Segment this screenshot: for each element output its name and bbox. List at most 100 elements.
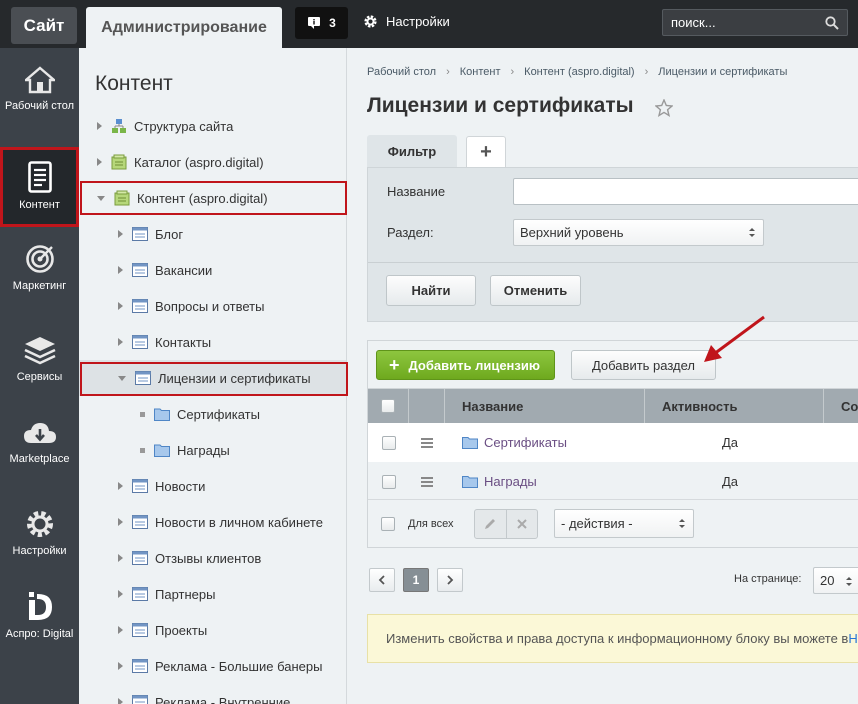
expand-arrow-icon[interactable] bbox=[118, 662, 123, 670]
table-row[interactable]: Сертификаты Да bbox=[368, 423, 858, 462]
bullet-icon bbox=[140, 447, 145, 453]
per-page-select[interactable]: 20 bbox=[813, 567, 858, 594]
column-active[interactable]: Активность bbox=[645, 389, 824, 423]
row-name: Награды bbox=[484, 474, 537, 489]
iblock-icon bbox=[132, 227, 148, 241]
expand-arrow-icon[interactable] bbox=[118, 302, 123, 310]
expand-arrow-icon[interactable] bbox=[118, 230, 123, 238]
expand-arrow-icon[interactable] bbox=[118, 590, 123, 598]
row-checkbox[interactable] bbox=[381, 474, 396, 489]
tree-item-label: Каталог (aspro.digital) bbox=[134, 154, 264, 170]
section-select-value: Верхний уровень bbox=[520, 225, 624, 240]
expand-arrow-icon[interactable] bbox=[97, 158, 102, 166]
nav-item-marketplace[interactable]: Marketplace bbox=[0, 421, 79, 465]
nav-item-aspro-digital[interactable]: Аспро: Digital bbox=[0, 590, 79, 640]
filter-tab[interactable]: Фильтр bbox=[367, 135, 457, 167]
menu-icon[interactable] bbox=[421, 437, 433, 448]
target-icon bbox=[25, 245, 54, 273]
expand-arrow-icon[interactable] bbox=[118, 626, 123, 634]
nav-item-content[interactable]: Контент bbox=[0, 147, 79, 227]
expand-arrow-icon[interactable] bbox=[118, 518, 123, 526]
for-all-checkbox[interactable] bbox=[381, 517, 395, 531]
tree-item[interactable]: Реклама - Внутренние bbox=[79, 684, 346, 704]
close-icon bbox=[517, 519, 527, 529]
current-page[interactable]: 1 bbox=[403, 568, 429, 592]
tree-item[interactable]: Награды bbox=[79, 432, 346, 468]
tree-item[interactable]: Блог bbox=[79, 216, 346, 252]
breadcrumb-item[interactable]: Контент bbox=[460, 66, 501, 78]
select-all-checkbox[interactable] bbox=[381, 399, 395, 413]
next-page-button[interactable] bbox=[437, 568, 463, 592]
iblock-icon bbox=[132, 695, 148, 704]
section-select[interactable]: Верхний уровень bbox=[513, 219, 764, 246]
expand-arrow-icon[interactable] bbox=[118, 554, 123, 562]
tree-item[interactable]: Структура сайта bbox=[79, 108, 346, 144]
folder-link[interactable]: Сертификаты bbox=[462, 435, 722, 450]
name-field[interactable] bbox=[513, 178, 858, 205]
search-icon[interactable] bbox=[825, 16, 839, 30]
tree-title: Контент bbox=[95, 72, 173, 95]
annotation-arrow-icon bbox=[704, 315, 765, 362]
expand-arrow-icon[interactable] bbox=[118, 482, 123, 490]
page-title: Лицензии и сертификаты bbox=[367, 94, 634, 117]
tree-item[interactable]: Вопросы и ответы bbox=[79, 288, 346, 324]
tree-item-label: Блог bbox=[155, 226, 184, 242]
breadcrumb-item[interactable]: Лицензии и сертификаты bbox=[658, 66, 787, 78]
column-sort[interactable]: Со bbox=[824, 389, 858, 423]
nav-item-marketing[interactable]: Маркетинг bbox=[0, 244, 79, 292]
settings-link[interactable]: Настройки bbox=[363, 14, 450, 29]
tree-item[interactable]: Реклама - Большие банеры bbox=[79, 648, 346, 684]
tree-item[interactable]: Проекты bbox=[79, 612, 346, 648]
search-input[interactable] bbox=[671, 15, 821, 30]
tree-item[interactable]: Отзывы клиентов bbox=[79, 540, 346, 576]
nav-label: Аспро: Digital bbox=[5, 628, 74, 640]
nav-label: Маркетинг bbox=[12, 280, 67, 292]
find-button[interactable]: Найти bbox=[386, 275, 476, 306]
divider bbox=[368, 262, 858, 263]
tree-item[interactable]: Каталог (aspro.digital) bbox=[79, 144, 346, 180]
breadcrumb-item[interactable]: Контент (aspro.digital) bbox=[524, 66, 634, 78]
nav-label: Рабочий стол bbox=[4, 100, 75, 112]
nav-label: Контент bbox=[19, 199, 60, 211]
tree-item[interactable]: Новости bbox=[79, 468, 346, 504]
document-icon bbox=[27, 161, 52, 193]
notice-link[interactable]: Н bbox=[848, 631, 857, 646]
select-arrows-icon bbox=[679, 519, 685, 528]
edit-button[interactable] bbox=[475, 510, 507, 538]
nav-item-settings[interactable]: Настройки bbox=[0, 509, 79, 557]
column-name[interactable]: Название bbox=[445, 389, 645, 423]
row-checkbox[interactable] bbox=[381, 435, 396, 450]
star-icon[interactable] bbox=[655, 99, 673, 117]
top-bar: Сайт Администрирование 3 Настройки bbox=[0, 0, 858, 48]
add-section-button[interactable]: Добавить раздел bbox=[571, 350, 716, 380]
tree-item[interactable]: Сертификаты bbox=[79, 396, 346, 432]
nav-item-services[interactable]: Сервисы bbox=[0, 335, 79, 383]
list-toolbar: + Добавить лицензию Добавить раздел bbox=[368, 341, 858, 389]
prev-page-button[interactable] bbox=[369, 568, 395, 592]
add-filter-tab[interactable]: + bbox=[466, 136, 506, 167]
delete-button[interactable] bbox=[507, 510, 538, 538]
tree-item[interactable]: Контакты bbox=[79, 324, 346, 360]
expand-arrow-icon[interactable] bbox=[118, 266, 123, 274]
cancel-button[interactable]: Отменить bbox=[490, 275, 581, 306]
folder-link[interactable]: Награды bbox=[462, 474, 722, 489]
breadcrumb-item[interactable]: Рабочий стол bbox=[367, 66, 436, 78]
admin-tab[interactable]: Администрирование bbox=[86, 7, 282, 48]
group-actions-bar: Для всех - действия - bbox=[368, 499, 858, 547]
add-license-button[interactable]: + Добавить лицензию bbox=[376, 350, 555, 380]
nav-item-desktop[interactable]: Рабочий стол bbox=[0, 66, 79, 112]
highlight-box bbox=[80, 181, 347, 215]
tree-item[interactable]: Новости в личном кабинете bbox=[79, 504, 346, 540]
iblock-icon bbox=[132, 335, 148, 349]
notifications-button[interactable]: 3 bbox=[295, 7, 348, 39]
expand-arrow-icon[interactable] bbox=[97, 122, 102, 130]
tree-item[interactable]: Вакансии bbox=[79, 252, 346, 288]
expand-arrow-icon[interactable] bbox=[118, 698, 123, 704]
menu-icon[interactable] bbox=[421, 476, 433, 487]
actions-select[interactable]: - действия - bbox=[554, 509, 694, 538]
expand-arrow-icon[interactable] bbox=[118, 338, 123, 346]
site-tab[interactable]: Сайт bbox=[11, 7, 77, 44]
pencil-icon bbox=[485, 519, 496, 529]
table-row[interactable]: Награды Да bbox=[368, 462, 858, 501]
tree-item[interactable]: Партнеры bbox=[79, 576, 346, 612]
